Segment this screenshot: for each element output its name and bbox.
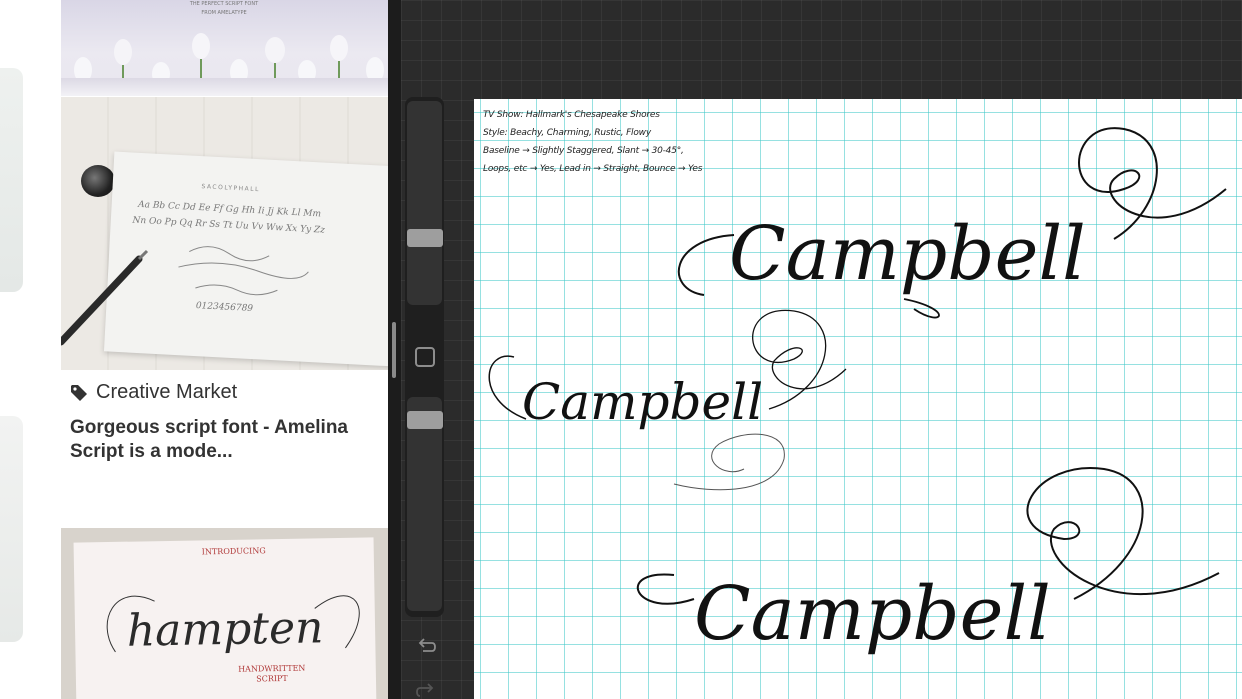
procreate-workspace: TV Show: Hallmark's Chesapeake Shores St…	[401, 0, 1242, 699]
brush-opacity-slider[interactable]	[407, 397, 443, 611]
lettering-strokes: Campbell Campbell Campbell	[488, 127, 1227, 657]
lettering-word: Campbell	[522, 373, 763, 431]
brush-opacity-thumb[interactable]	[407, 411, 443, 429]
modify-square-icon[interactable]	[415, 347, 435, 367]
brush-sidebar	[405, 97, 444, 617]
drawing-canvas[interactable]: TV Show: Hallmark's Chesapeake Shores St…	[474, 99, 1242, 699]
brush-size-slider[interactable]	[407, 101, 443, 305]
lettering-word: Campbell	[729, 211, 1086, 297]
banner-text: THE PERFECT SCRIPT FONT	[189, 1, 259, 7]
adjacent-pin-card[interactable]	[0, 68, 23, 292]
redo-icon[interactable]	[415, 681, 437, 699]
pin-title[interactable]: Gorgeous script font - Amelina Script is…	[70, 416, 370, 464]
font-specimen-card: INTRODUCING hampten HANDWRITTEN SCRIPT	[73, 537, 377, 699]
pin-image-hampten-script[interactable]: INTRODUCING hampten HANDWRITTEN SCRIPT	[61, 528, 388, 699]
adjacent-pin-card[interactable]	[0, 416, 23, 642]
pin-image-amelina-script[interactable]: SACOLYPHALL Aa Bb Cc Dd Ee Ff Gg Hh Ii J…	[61, 97, 388, 370]
font-subtitle: HANDWRITTEN	[238, 664, 305, 674]
pinterest-feed: THE PERFECT SCRIPT FONT FROM AMELATYPE S…	[0, 0, 388, 699]
calligraphy-pen-image	[61, 249, 149, 346]
specimen-brand: SACOLYPHALL	[201, 183, 260, 193]
lettering-bottom: Campbell	[636, 467, 1220, 657]
specimen-alphabet: Nn Oo Pp Qq Rr Ss Tt Uu Vv Ww Xx Yy Zz	[131, 216, 325, 236]
introducing-label: INTRODUCING	[202, 546, 266, 556]
tag-icon	[71, 384, 87, 401]
pin-source[interactable]: Creative Market	[70, 381, 237, 404]
undo-icon[interactable]	[415, 636, 437, 658]
pin-image-tulips[interactable]: THE PERFECT SCRIPT FONT FROM AMELATYPE	[61, 0, 388, 96]
lettering-middle: Campbell	[488, 309, 847, 491]
lettering-word: Campbell	[694, 571, 1051, 657]
banner-footer	[61, 78, 388, 96]
specimen-glyphs	[178, 246, 309, 296]
brush-size-thumb[interactable]	[407, 229, 443, 247]
specimen-numbers: 0123456789	[196, 301, 254, 314]
font-name: hampten	[126, 602, 323, 656]
split-view-handle[interactable]	[392, 322, 396, 378]
pin-source-label: Creative Market	[96, 381, 238, 403]
lettering-top: Campbell	[677, 127, 1227, 319]
split-view-divider[interactable]	[388, 0, 401, 699]
font-subtitle: SCRIPT	[256, 674, 288, 684]
ink-bottle-image	[81, 165, 115, 197]
banner-text: FROM AMELATYPE	[201, 10, 246, 16]
